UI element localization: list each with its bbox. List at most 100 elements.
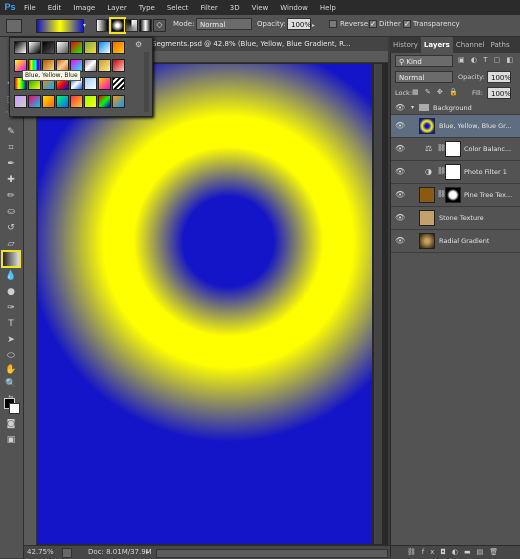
screen-mode-icon[interactable]: ▣ xyxy=(3,433,19,447)
menu-layer[interactable]: Layer xyxy=(101,4,133,12)
eye-icon[interactable]: 👁 xyxy=(395,144,405,154)
eye-icon[interactable]: 👁 xyxy=(395,103,405,113)
tab-layers[interactable]: Layers xyxy=(420,37,453,53)
chevron-right-icon[interactable]: ▸ xyxy=(312,22,315,29)
gradient-swatch[interactable] xyxy=(112,41,125,54)
lock-icons[interactable]: ▦ ✎ ✥ 🔒 xyxy=(412,88,460,96)
gradient-swatch[interactable] xyxy=(56,95,69,108)
gradient-swatch[interactable] xyxy=(14,95,27,108)
layer-blue-yellow-blue[interactable]: 👁 Blue, Yellow, Blue Gr... xyxy=(391,115,520,138)
blend-mode-select[interactable]: Normal xyxy=(395,71,453,83)
picker-scrollbar[interactable] xyxy=(144,52,149,112)
zoom-level[interactable]: 42.75% xyxy=(27,546,54,559)
gradient-swatch[interactable] xyxy=(98,95,111,108)
opacity-input[interactable]: 100% xyxy=(287,18,311,30)
gradient-swatch[interactable] xyxy=(42,95,55,108)
path-selection-tool-icon[interactable]: ➤ xyxy=(3,333,19,347)
tab-channels[interactable]: Channel xyxy=(453,37,488,53)
angle-gradient-button[interactable] xyxy=(125,19,138,32)
dither-checkbox[interactable]: ✓ xyxy=(369,20,377,28)
layer-radial-gradient[interactable]: 👁 Radial Gradient xyxy=(391,230,520,253)
shape-tool-icon[interactable]: ⬭ xyxy=(3,349,19,363)
pen-tool-icon[interactable]: ✑ xyxy=(3,301,19,315)
gradient-swatch[interactable] xyxy=(98,59,111,72)
gradient-swatch[interactable] xyxy=(98,41,111,54)
menu-image[interactable]: Image xyxy=(67,4,101,12)
transparency-checkbox[interactable]: ✓ xyxy=(403,20,411,28)
hand-tool-icon[interactable]: ✋ xyxy=(3,363,19,377)
menu-help[interactable]: Help xyxy=(314,4,342,12)
gradient-swatch[interactable] xyxy=(112,77,125,90)
vertical-scrollbar[interactable] xyxy=(374,64,382,544)
menu-type[interactable]: Type xyxy=(133,4,161,12)
diamond-gradient-button[interactable]: ◇ xyxy=(153,19,166,32)
adjustment-layer-icon[interactable]: ◐ xyxy=(452,548,464,556)
background-color-swatch[interactable] xyxy=(9,403,20,414)
menu-edit[interactable]: Edit xyxy=(42,4,68,12)
chevron-right-icon[interactable]: ▸ xyxy=(146,546,149,559)
menu-window[interactable]: Window xyxy=(274,4,314,12)
new-group-icon[interactable]: ▬ xyxy=(464,548,477,556)
quick-select-tool-icon[interactable]: ✎ xyxy=(3,125,19,139)
filter-icons[interactable]: ▣ ◐ T ▢ ◧ xyxy=(458,56,515,64)
gradient-swatch[interactable] xyxy=(14,41,27,54)
history-brush-tool-icon[interactable]: ↺ xyxy=(3,221,19,235)
mode-select[interactable]: Normal xyxy=(196,18,252,30)
gradient-preview[interactable] xyxy=(36,19,84,33)
layer-color-balance[interactable]: 👁 ⚖ ⛓ Color Balanc... xyxy=(391,138,520,161)
healing-brush-tool-icon[interactable]: ✚ xyxy=(3,173,19,187)
dodge-tool-icon[interactable]: ● xyxy=(3,285,19,299)
menu-select[interactable]: Select xyxy=(161,4,195,12)
layer-filter-select[interactable]: ⚲ Kind xyxy=(395,55,453,67)
eyedropper-tool-icon[interactable]: ✒ xyxy=(3,157,19,171)
trash-icon[interactable]: 🗑 xyxy=(489,548,504,556)
quick-mask-icon[interactable]: ◙ xyxy=(3,417,19,431)
radial-gradient-button[interactable] xyxy=(109,17,126,34)
gear-icon[interactable]: ⚙ xyxy=(135,40,142,49)
gradient-swatch[interactable] xyxy=(84,59,97,72)
reflected-gradient-button[interactable] xyxy=(139,19,152,32)
eye-icon[interactable]: 👁 xyxy=(395,190,405,200)
gradient-swatch[interactable] xyxy=(56,41,69,54)
fill-input[interactable]: 100% xyxy=(487,87,511,99)
gradient-swatch[interactable] xyxy=(84,77,97,90)
layer-pine-tree-texture[interactable]: 👁 ⛓ Pine Tree Tex... xyxy=(391,184,520,207)
brush-tool-icon[interactable]: ✏ xyxy=(3,189,19,203)
blur-tool-icon[interactable]: 💧 xyxy=(3,269,19,283)
menu-3d[interactable]: 3D xyxy=(224,4,246,12)
gradient-swatch[interactable] xyxy=(28,41,41,54)
eye-icon[interactable]: 👁 xyxy=(395,121,405,131)
new-layer-icon[interactable]: ▤ xyxy=(477,548,490,556)
eye-icon[interactable]: 👁 xyxy=(395,236,405,246)
fx-icon[interactable]: fx xyxy=(422,548,441,556)
canvas-radial-gradient[interactable] xyxy=(38,64,372,544)
gradient-tool-icon[interactable] xyxy=(1,250,21,268)
reverse-checkbox[interactable] xyxy=(329,20,337,28)
menu-filter[interactable]: Filter xyxy=(194,4,223,12)
link-layers-icon[interactable]: ⛓ xyxy=(407,548,422,556)
eye-icon[interactable]: 👁 xyxy=(395,213,405,223)
type-tool-icon[interactable]: T xyxy=(3,317,19,331)
add-mask-icon[interactable]: ◘ xyxy=(440,548,452,556)
eye-icon[interactable]: 👁 xyxy=(395,167,405,177)
layer-opacity-input[interactable]: 100% xyxy=(487,71,511,83)
gradient-swatch[interactable] xyxy=(70,41,83,54)
gradient-swatch[interactable] xyxy=(112,59,125,72)
tab-history[interactable]: History xyxy=(390,37,421,53)
tab-paths[interactable]: Paths xyxy=(488,37,513,53)
zoom-tool-icon[interactable]: 🔍 xyxy=(3,377,19,391)
tool-preset-picker[interactable] xyxy=(6,19,22,33)
layer-photo-filter[interactable]: 👁 ◑ ⛓ Photo Filter 1 xyxy=(391,161,520,184)
linear-gradient-button[interactable] xyxy=(96,19,109,32)
gradient-swatch[interactable] xyxy=(98,77,111,90)
layer-stone-texture[interactable]: 👁 Stone Texture xyxy=(391,207,520,230)
horizontal-scrollbar[interactable] xyxy=(156,549,388,558)
gradient-swatch[interactable] xyxy=(112,95,125,108)
expand-arrow-icon[interactable]: ▾ xyxy=(411,104,414,111)
layer-group-background[interactable]: 👁 ▾ Background xyxy=(391,101,520,115)
menu-file[interactable]: File xyxy=(18,4,42,12)
document-tab[interactable]: Segments.psd @ 42.8% (Blue, Yellow, Blue… xyxy=(152,40,350,48)
eraser-tool-icon[interactable]: ▱ xyxy=(3,237,19,251)
chevron-down-icon[interactable]: ▾ xyxy=(83,22,86,29)
crop-tool-icon[interactable]: ⌗ xyxy=(3,141,19,155)
